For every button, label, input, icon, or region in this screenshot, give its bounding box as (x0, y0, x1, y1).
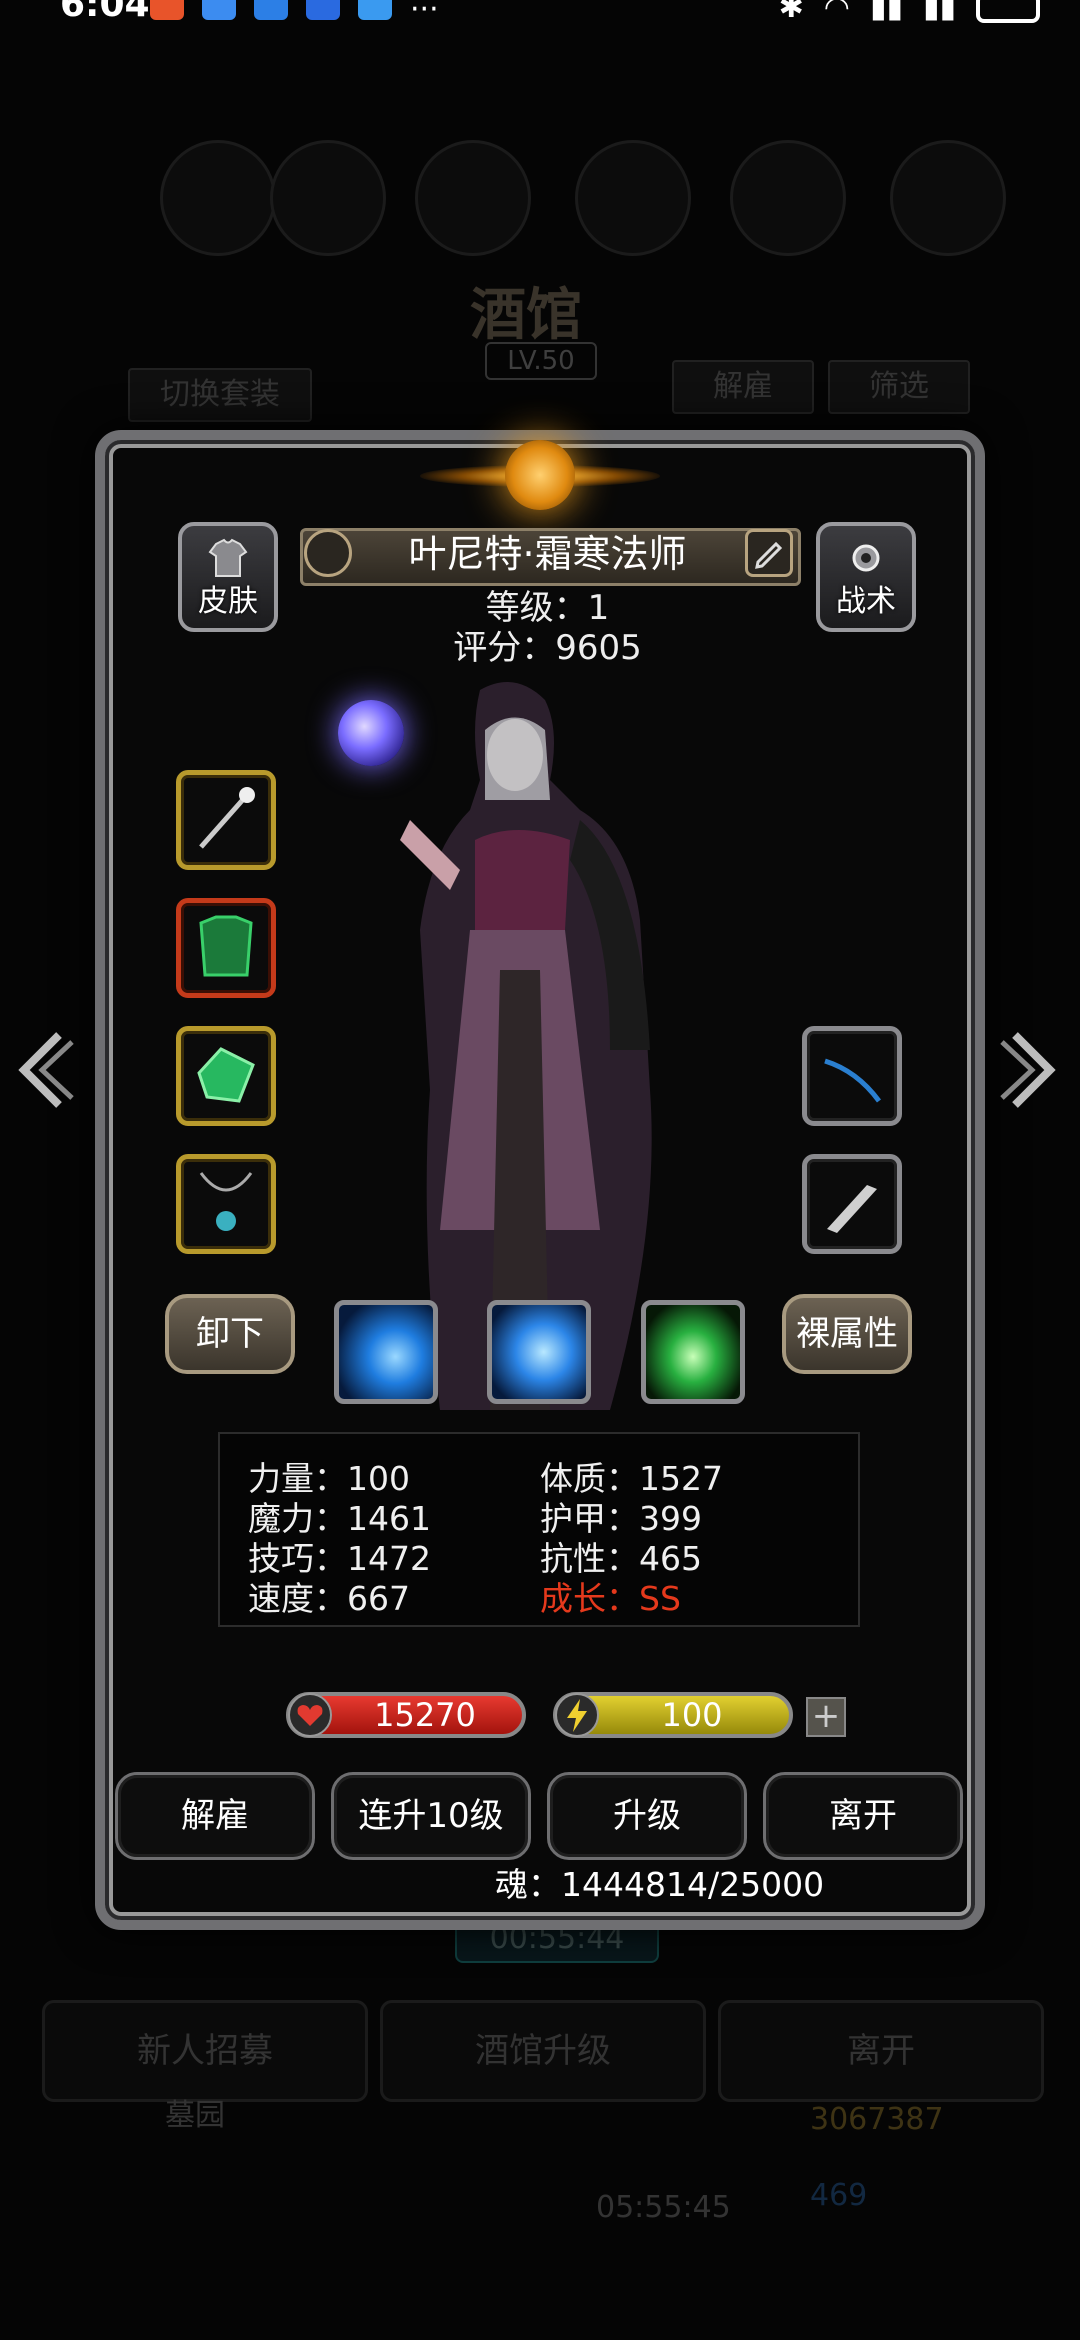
switch-set-button[interactable]: 切换套装 (128, 368, 312, 422)
add-energy-button[interactable]: + (806, 1697, 846, 1737)
skin-button[interactable]: 皮肤 (178, 522, 278, 632)
necklace-slot[interactable] (176, 1154, 276, 1254)
next-hero-arrow-icon[interactable] (1000, 1030, 1060, 1110)
armor-slot[interactable] (176, 898, 276, 998)
magic-orb (338, 700, 404, 766)
tactics-button[interactable]: 战术 (816, 522, 916, 632)
class-emblem-icon (505, 440, 575, 510)
base-stats-button[interactable]: 裸属性 (782, 1294, 912, 1374)
weapon-slot[interactable] (176, 770, 276, 870)
skill-frost-bolt[interactable] (334, 1300, 438, 1404)
necklace-icon (199, 1172, 253, 1231)
stat-speed: 速度：667 (248, 1579, 410, 1618)
menu-round-icon (890, 140, 1006, 256)
menu-round-icon (730, 140, 846, 256)
dagger-icon (827, 1185, 877, 1233)
hp-value: 15270 (374, 1696, 476, 1734)
skill-nature-heal[interactable] (641, 1300, 745, 1404)
tactics-label: 战术 (836, 584, 896, 619)
energy-value: 100 (661, 1696, 723, 1734)
skin-label: 皮肤 (198, 584, 258, 619)
tavern-level: LV.50 (485, 342, 597, 380)
soul-counter: 魂：1444814/25000 (495, 1865, 825, 1904)
lightning-icon (555, 1693, 599, 1737)
leave-button[interactable]: 离开 (763, 1772, 963, 1860)
heart-icon (288, 1693, 332, 1737)
legion-label: 墓园 (165, 2098, 225, 2133)
staff-icon (199, 787, 255, 849)
bg-dismiss-button[interactable]: 解雇 (672, 360, 814, 414)
dismiss-button[interactable]: 解雇 (115, 1772, 315, 1860)
edit-name-icon[interactable] (745, 529, 793, 577)
previous-hero-arrow-icon[interactable] (14, 1030, 74, 1110)
unequip-button[interactable]: 卸下 (165, 1294, 295, 1374)
hero-name: 叶尼特·霜寒法师 (408, 532, 687, 576)
armor-icon (199, 915, 253, 977)
bow-slot[interactable] (802, 1026, 902, 1126)
emerald-icon (197, 1047, 255, 1103)
skill-ice-storm[interactable] (487, 1300, 591, 1404)
filter-button[interactable]: 筛选 (828, 360, 970, 414)
gear-icon (852, 544, 880, 572)
menu-round-icon (160, 140, 276, 256)
gem-amount: 469 (810, 2178, 868, 2213)
dagger-slot[interactable] (802, 1154, 902, 1254)
menu-round-icon (415, 140, 531, 256)
tavern-upgrade-button[interactable]: 酒馆升级 (380, 2000, 706, 2102)
level-up-button[interactable]: 升级 (547, 1772, 747, 1860)
recruit-button[interactable]: 新人招募 (42, 2000, 368, 2102)
gold-amount: 3067387 (810, 2102, 944, 2137)
bg-leave-button[interactable]: 离开 (718, 2000, 1044, 2102)
blade-icon (824, 1058, 882, 1103)
menu-round-icon (575, 140, 691, 256)
bg-countdown: 05:55:45 (596, 2190, 731, 2225)
menu-round-icon (270, 140, 386, 256)
accessory-slot[interactable] (176, 1026, 276, 1126)
shirt-icon (208, 538, 248, 577)
tavern-title: 酒馆 (470, 282, 582, 348)
level-up-10-button[interactable]: 连升10级 (331, 1772, 531, 1860)
stat-growth: 成长：SS (540, 1579, 681, 1618)
hero-score: 评分：9605 (453, 628, 642, 668)
